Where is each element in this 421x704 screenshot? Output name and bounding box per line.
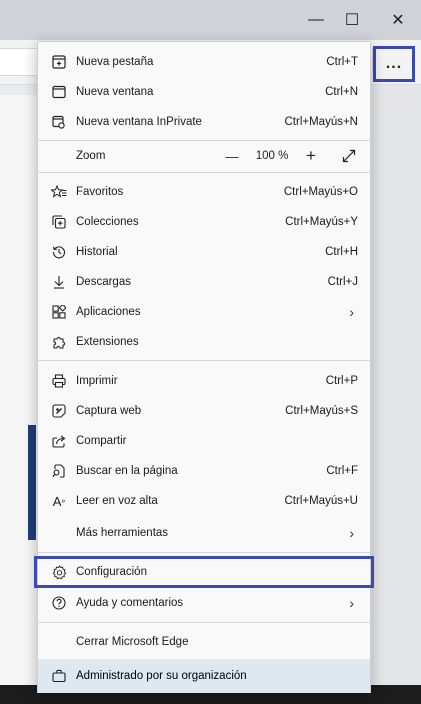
maximize-icon: ☐ — [344, 12, 360, 29]
zoom-in-button[interactable]: + — [300, 146, 322, 166]
page-accent-strip — [28, 425, 36, 540]
menu-item-shortcut: Ctrl+F — [326, 465, 358, 477]
menu-item-extensions[interactable]: Extensiones — [38, 327, 370, 357]
menu-item-label: Historial — [76, 246, 118, 258]
settings-and-more-button[interactable]: ... — [373, 46, 415, 82]
close-icon: ✕ — [391, 12, 405, 29]
menu-divider — [38, 552, 370, 553]
read-aloud-icon-glyph: A — [52, 493, 62, 509]
menu-item-favorites[interactable]: Favoritos Ctrl+Mayús+O — [38, 177, 370, 207]
menu-item-history[interactable]: Historial Ctrl+H — [38, 237, 370, 267]
minimize-icon: — — [308, 11, 324, 28]
menu-item-new-window[interactable]: Nueva ventana Ctrl+N — [38, 77, 370, 107]
menu-item-shortcut: Ctrl+P — [325, 375, 358, 387]
menu-item-print[interactable]: Imprimir Ctrl+P — [38, 366, 370, 396]
menu-item-shortcut: Ctrl+H — [325, 246, 358, 258]
zoom-out-button[interactable]: — — [221, 149, 243, 164]
menu-item-share[interactable]: Compartir — [38, 426, 370, 456]
menu-item-downloads[interactable]: Descargas Ctrl+J — [38, 267, 370, 297]
more-icon: ... — [385, 55, 403, 72]
find-on-page-icon — [50, 462, 68, 480]
chevron-right-icon: › — [349, 304, 354, 320]
menu-zoom-row: Zoom — 100 % + — [38, 141, 370, 171]
menu-item-label: Descargas — [76, 276, 131, 288]
plus-icon: + — [306, 146, 316, 165]
menu-item-close-edge[interactable]: Cerrar Microsoft Edge — [38, 627, 370, 657]
settings-menu: Nueva pestaña Ctrl+T Nueva ventana Ctrl+… — [34, 41, 374, 693]
menu-item-new-tab[interactable]: Nueva pestaña Ctrl+T — [38, 47, 370, 77]
favorites-icon — [50, 183, 68, 201]
briefcase-icon — [50, 667, 68, 685]
menu-item-label: Colecciones — [76, 216, 139, 228]
menu-item-shortcut: Ctrl+Mayús+Y — [285, 216, 358, 228]
menu-item-label: Aplicaciones — [76, 306, 141, 318]
title-bar: — ☐ ✕ — [0, 0, 421, 40]
menu-item-web-capture[interactable]: Captura web Ctrl+Mayús+S — [38, 396, 370, 426]
close-window-button[interactable]: ✕ — [375, 0, 421, 40]
settings-highlight-box — [34, 556, 374, 588]
extensions-icon — [50, 333, 68, 351]
page-left-panel — [0, 95, 41, 685]
menu-item-shortcut: Ctrl+Mayús+N — [284, 116, 359, 128]
help-icon — [50, 594, 68, 612]
menu-item-shortcut: Ctrl+Mayús+U — [284, 495, 359, 507]
minus-icon: — — [225, 148, 239, 164]
menu-item-label: Captura web — [76, 405, 142, 417]
menu-item-label: Imprimir — [76, 375, 118, 387]
menu-item-apps[interactable]: Aplicaciones › — [38, 297, 370, 327]
menu-item-new-inprivate[interactable]: Nueva ventana InPrivate Ctrl+Mayús+N — [38, 107, 370, 137]
menu-item-label: Ayuda y comentarios — [76, 597, 184, 609]
menu-item-label: Nueva ventana — [76, 86, 154, 98]
history-icon — [50, 243, 68, 261]
read-aloud-icon: A» — [52, 493, 66, 509]
new-window-icon — [50, 83, 68, 101]
page-right-area — [372, 85, 421, 685]
managed-label: Administrado por su organización — [76, 670, 247, 682]
menu-item-shortcut: Ctrl+T — [326, 56, 358, 68]
menu-item-shortcut: Ctrl+J — [327, 276, 358, 288]
menu-item-find-on-page[interactable]: Buscar en la página Ctrl+F — [38, 456, 370, 486]
menu-item-shortcut: Ctrl+N — [325, 86, 358, 98]
menu-item-shortcut: Ctrl+Mayús+O — [283, 186, 358, 198]
chevron-right-icon: › — [349, 525, 354, 541]
menu-item-label: Nueva pestaña — [76, 56, 154, 68]
web-capture-icon — [50, 402, 68, 420]
zoom-value: 100 % — [255, 150, 289, 162]
menu-item-label: Compartir — [76, 435, 127, 447]
menu-item-shortcut: Ctrl+Mayús+S — [285, 405, 358, 417]
menu-item-label: Buscar en la página — [76, 465, 178, 477]
menu-item-more-tools[interactable]: Más herramientas › — [38, 518, 370, 548]
chevron-right-icon: › — [349, 595, 354, 611]
menu-divider — [38, 172, 370, 173]
printer-icon — [50, 372, 68, 390]
fullscreen-button[interactable] — [338, 149, 360, 163]
share-icon — [50, 432, 68, 450]
menu-item-label: Más herramientas — [76, 527, 169, 539]
menu-item-label: Nueva ventana InPrivate — [76, 116, 202, 128]
menu-item-collections[interactable]: Colecciones Ctrl+Mayús+Y — [38, 207, 370, 237]
menu-divider — [38, 622, 370, 623]
menu-item-label: Favoritos — [76, 186, 124, 198]
zoom-label: Zoom — [76, 150, 106, 162]
fullscreen-icon — [342, 149, 356, 163]
download-icon — [50, 273, 68, 291]
menu-item-help[interactable]: Ayuda y comentarios › — [38, 588, 370, 618]
menu-divider — [38, 360, 370, 361]
menu-item-read-aloud[interactable]: A» Leer en voz alta Ctrl+Mayús+U — [38, 486, 370, 516]
inprivate-window-icon — [50, 113, 68, 131]
collections-icon — [50, 213, 68, 231]
menu-item-label: Cerrar Microsoft Edge — [76, 636, 189, 648]
apps-icon — [50, 303, 68, 321]
maximize-button[interactable]: ☐ — [329, 0, 375, 40]
managed-by-org-banner[interactable]: Administrado por su organización — [38, 659, 370, 693]
new-tab-icon — [50, 53, 68, 71]
menu-item-label: Leer en voz alta — [76, 495, 158, 507]
menu-item-label: Extensiones — [76, 336, 139, 348]
